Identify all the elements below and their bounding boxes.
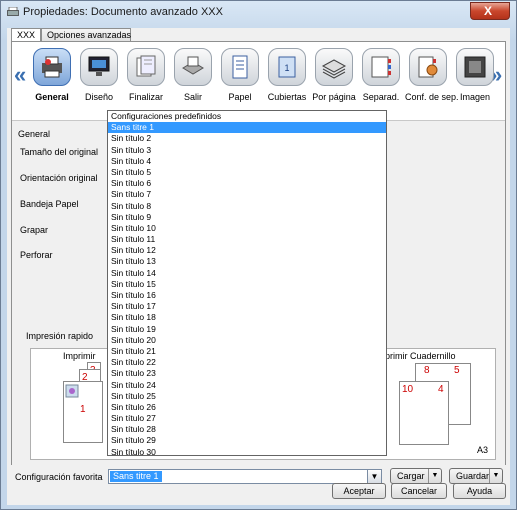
cover-icon: 1 [268,48,306,86]
dropdown-item[interactable]: Sin título 15 [108,279,386,290]
staple-label: Grapar [20,225,49,235]
dropdown-item[interactable]: Sin título 10 [108,223,386,234]
toolbar-label: Conf. de sep. [405,92,459,102]
toolbar-cubiertas[interactable]: 1 Cubiertas [264,48,310,102]
dropdown-item[interactable]: Sin título 21 [108,346,386,357]
output-tray-icon [174,48,212,86]
dropdown-item[interactable]: Sin título 12 [108,245,386,256]
toolbar-label: Salir [183,92,202,102]
dropdown-item[interactable]: Sin título 14 [108,268,386,279]
dropdown-item[interactable]: Sin título 5 [108,167,386,178]
dropdown-item[interactable]: Sin título 16 [108,290,386,301]
picture-thumbnail-icon [65,384,79,398]
scroll-left-icon[interactable]: « [14,62,26,88]
svg-text:1: 1 [284,63,289,73]
dropdown-item[interactable]: Sin título 13 [108,256,386,267]
dropdown-item[interactable]: Sin título 28 [108,424,386,435]
dropdown-item[interactable]: Sin título 27 [108,413,386,424]
properties-window: Propiedades: Documento avanzado XXX X XX… [0,0,517,510]
toolbar-salir[interactable]: Salir [170,48,216,102]
dialog-buttons: Aceptar Cancelar Ayuda [7,481,510,505]
ok-button[interactable]: Aceptar [332,483,386,499]
toolbar-label: General [35,92,69,102]
dropdown-item[interactable]: Sin título 18 [108,312,386,323]
dropdown-item[interactable]: Sin título 22 [108,357,386,368]
dropdown-item[interactable]: Sin título 11 [108,234,386,245]
dropdown-item[interactable]: Sin título 19 [108,324,386,335]
dropdown-item[interactable]: Sin título 4 [108,156,386,167]
dropdown-item[interactable]: Sans titre 1 [108,122,386,134]
dropdown-header: Configuraciones predefinidos [111,111,222,121]
booklet-caption: Imprimir Cuadernillo [375,351,456,361]
image-icon [456,48,494,86]
separator-settings-icon [409,48,447,86]
paper-tray-label: Bandeja Papel [20,199,79,209]
window-title: Propiedades: Documento avanzado XXX [23,6,223,18]
original-orientation-label: Orientación original [20,173,98,183]
help-button[interactable]: Ayuda [453,483,506,499]
dropdown-item[interactable]: Sin título 17 [108,301,386,312]
separator-icon [362,48,400,86]
general-group-label: General [18,129,51,139]
toolbar-label: Diseño [84,92,113,102]
dropdown-item[interactable]: Sin título 23 [108,368,386,379]
dropdown-item[interactable]: Sin título 9 [108,212,386,223]
toolbar-general[interactable]: General [29,48,75,102]
preset-dropdown-list[interactable]: Configuraciones predefinidos Sans titre … [107,110,387,456]
toolbar-label: Cubiertas [267,92,307,102]
dropdown-item[interactable]: Sin título 26 [108,402,386,413]
tab-opciones-avanzadas[interactable]: Opciones avanzadas [41,28,131,42]
printer-icon [7,7,19,16]
toolbar-label: Por página [312,92,356,102]
dropdown-item[interactable]: Sin título 8 [108,201,386,212]
dropdown-item[interactable]: Sin título 24 [108,380,386,391]
print-caption: Imprimir [63,351,96,361]
toolbar-label: Papel [228,92,252,102]
toolbar-por-pagina[interactable]: Por página [311,48,357,102]
toolbar-papel[interactable]: Papel [217,48,263,102]
dropdown-item[interactable]: Sin título 25 [108,391,386,402]
finishing-icon [127,48,165,86]
print-preview-page: 1 [63,381,103,443]
dropdown-item[interactable]: Sin título 7 [108,189,386,200]
quick-print-label: Impresión rapido [26,331,94,341]
close-icon: X [484,4,493,18]
toolbar-conf-sep[interactable]: Conf. de sep. [405,48,459,102]
toolbar-diseno[interactable]: Diseño [76,48,122,102]
original-size-label: Tamaño del original [20,147,99,157]
toolbar-finalizar[interactable]: Finalizar [123,48,169,102]
title-bar[interactable]: Propiedades: Documento avanzado XXX X [1,1,516,25]
dropdown-item[interactable]: Sin título 20 [108,335,386,346]
toolbar-label: Separad. [362,92,400,102]
dropdown-item[interactable]: Sin título 3 [108,145,386,156]
toolbar-label: Imagen [459,92,491,102]
punch-label: Perforar [20,250,53,260]
paper-size-badge: A3 [477,445,489,455]
dropdown-item[interactable]: Sin título 6 [108,178,386,189]
function-toolbar: « » General Diseño Finalizar Salir Papel… [12,42,505,120]
paper-icon [221,48,259,86]
toolbar-imagen[interactable]: Imagen [452,48,498,102]
cancel-button[interactable]: Cancelar [391,483,447,499]
per-page-icon [315,48,353,86]
toolbar-separad[interactable]: Separad. [358,48,404,102]
dropdown-item[interactable]: Sin título 2 [108,133,386,144]
layout-monitor-icon [80,48,118,86]
booklet-preview-page: 10 4 [399,381,449,445]
close-button[interactable]: X [470,2,510,20]
general-printer-icon [33,48,71,86]
dropdown-item[interactable]: Sin título 29 [108,435,386,446]
dropdown-item[interactable]: Sin título 30 [108,447,386,455]
toolbar-label: Finalizar [128,92,163,102]
